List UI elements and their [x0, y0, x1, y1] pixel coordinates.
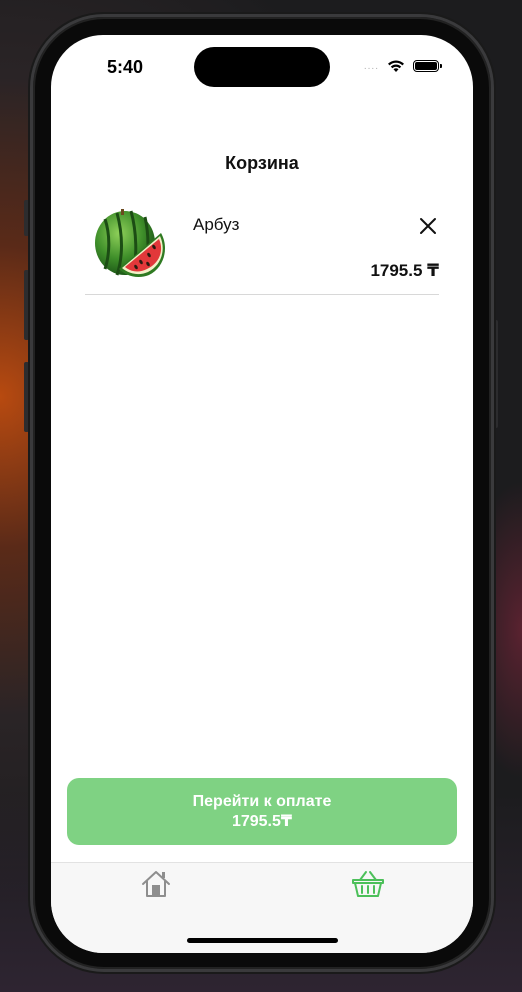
battery-icon [413, 60, 442, 72]
volume-down-button [24, 362, 29, 432]
checkout-label: Перейти к оплате [192, 792, 332, 810]
app-screen: 5:40 .... Корзина Арбуз 1795.5 ₸ Перейти… [51, 35, 473, 953]
volume-up-button [24, 270, 29, 340]
checkout-button[interactable]: Перейти к оплате 1795.5₸ [67, 778, 457, 845]
home-indicator [187, 938, 338, 943]
page-title: Корзина [225, 153, 299, 173]
close-icon[interactable] [417, 215, 439, 237]
cart-item: Арбуз 1795.5 ₸ [85, 203, 439, 295]
dynamic-island [194, 47, 330, 87]
status-time: 5:40 [107, 57, 144, 77]
signal-icon: .... [363, 60, 379, 72]
checkout-total: 1795.5₸ [231, 812, 293, 830]
action-button [24, 200, 29, 236]
watermelon-image [95, 209, 165, 277]
home-icon[interactable] [139, 869, 173, 899]
item-name: Арбуз [193, 215, 240, 234]
status-icons: .... [363, 59, 442, 73]
wifi-icon [388, 60, 404, 72]
item-price: 1795.5 ₸ [370, 261, 439, 280]
basket-icon[interactable] [351, 869, 385, 899]
